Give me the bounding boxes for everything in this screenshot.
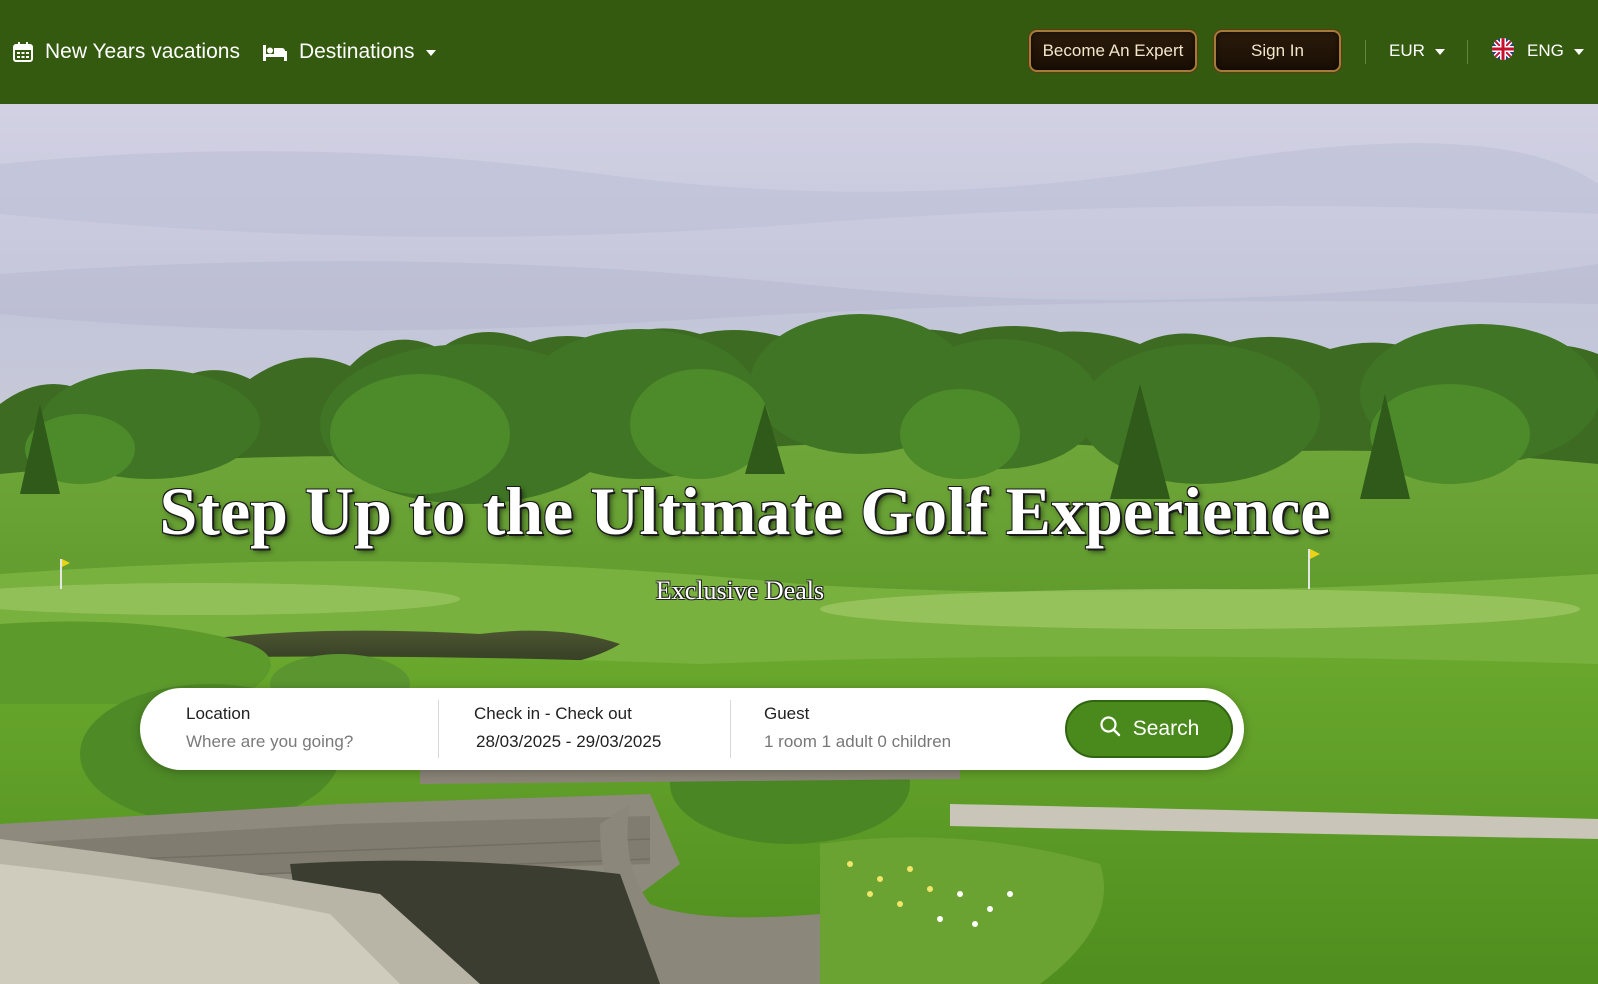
top-navbar: New Years vacations Destinations Become … [0,0,1598,104]
guest-label: Guest [764,704,810,723]
nav-new-years-vacations[interactable]: New Years vacations [12,40,240,64]
currency-label: EUR [1389,41,1425,60]
guest-value: 1 room 1 adult 0 children [764,732,952,751]
nav-vacations-label: New Years vacations [45,40,240,63]
uk-flag-icon [1491,37,1515,66]
calendar-icon [12,41,34,63]
date-range-field[interactable]: Check in - Check out 28/03/2025 - 29/03/… [474,688,714,770]
dates-value: 28/03/2025 - 29/03/2025 [476,732,662,751]
nav-destinations-dropdown[interactable]: Destinations [262,40,436,64]
bed-icon [262,42,288,62]
chevron-down-icon [1573,49,1584,55]
location-field[interactable]: Location [186,688,426,770]
search-button[interactable]: Search [1065,700,1233,758]
hero-subtitle: Exclusive Deals [655,576,825,605]
guest-field[interactable]: Guest 1 room 1 adult 0 children [764,688,1044,770]
nav-divider [1467,40,1468,64]
search-divider [438,700,439,758]
chevron-down-icon [425,50,436,56]
search-bar: Location Check in - Check out 28/03/2025… [140,688,1244,770]
location-label: Location [186,704,251,723]
dates-label: Check in - Check out [474,704,632,723]
sign-in-button[interactable]: Sign In [1214,30,1341,72]
hero-section: Step Up to the Ultimate Golf Experience … [0,104,1598,984]
hero-title: Step Up to the Ultimate Golf Experience [159,473,1331,549]
nav-divider [1365,40,1366,64]
search-icon [1099,715,1121,743]
nav-destinations-label: Destinations [298,40,415,63]
search-button-label: Search [1132,717,1200,740]
language-selector[interactable]: ENG [1491,30,1584,72]
location-input[interactable] [186,732,416,752]
location-input-wrap [186,732,416,752]
chevron-down-icon [1434,49,1445,55]
nav-left-group: New Years vacations Destinations [12,0,436,104]
currency-selector[interactable]: EUR [1389,30,1445,72]
search-divider [730,700,731,758]
become-expert-button[interactable]: Become An Expert [1029,30,1197,72]
language-label: ENG [1527,41,1564,60]
